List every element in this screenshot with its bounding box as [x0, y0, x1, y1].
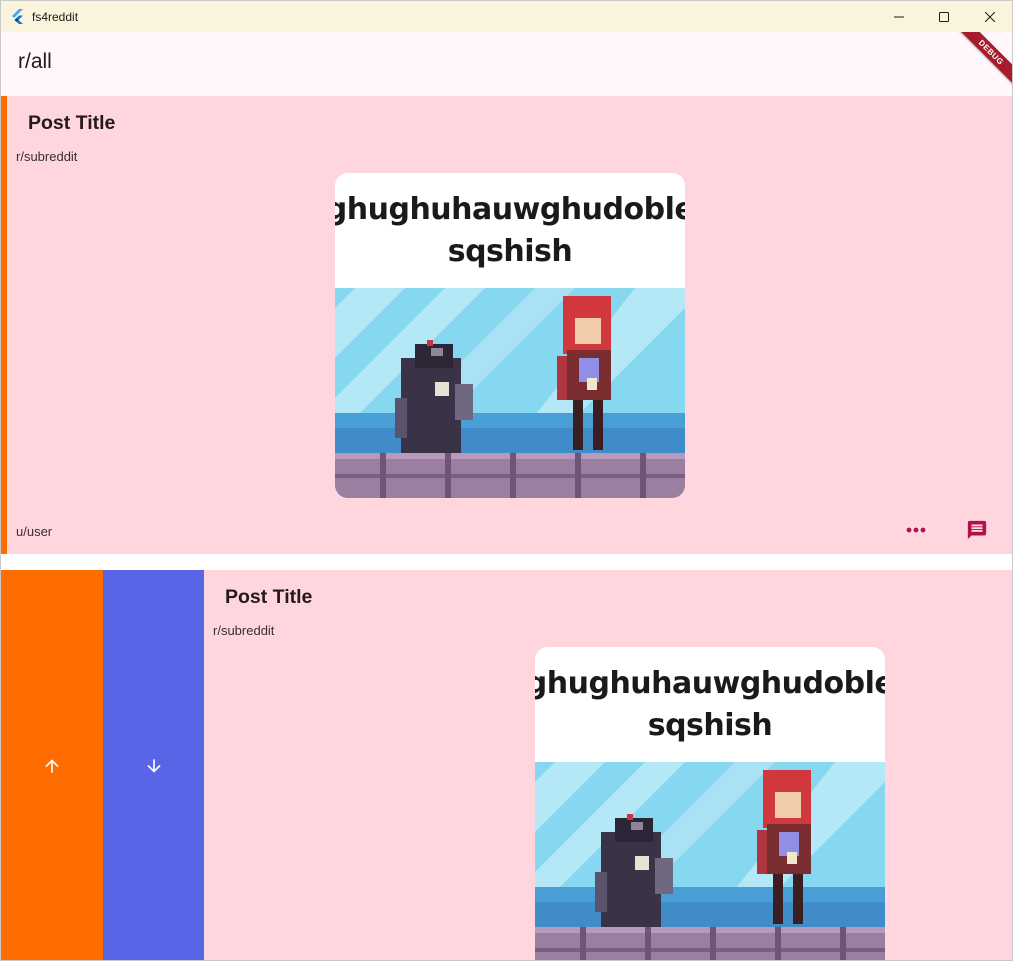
comment-icon	[967, 520, 987, 540]
post-subreddit[interactable]: r/subreddit	[16, 149, 77, 164]
close-icon	[985, 11, 995, 22]
more-horiz-icon	[906, 527, 926, 533]
post-subreddit[interactable]: r/subreddit	[213, 623, 274, 638]
post-author[interactable]: u/user	[16, 524, 52, 539]
window-title: fs4reddit	[32, 10, 79, 24]
app-window: fs4reddit r/all DEBUG Post Title r/subre…	[0, 0, 1013, 961]
debug-label: DEBUG	[952, 32, 1012, 92]
post-title[interactable]: Post Title	[28, 112, 115, 135]
app-bar: r/all	[1, 32, 1012, 96]
page-title: r/all	[18, 50, 52, 73]
post-image[interactable]: ghughuhauwghudoble sqshish	[535, 647, 885, 960]
image-caption: ghughuhauwghudoble sqshish	[535, 647, 885, 762]
image-caption-line: ghughuhauwghudoble	[535, 665, 885, 701]
post-divider	[1, 554, 1012, 570]
comments-button[interactable]	[962, 515, 992, 545]
image-caption-line: sqshish	[447, 233, 573, 269]
minimize-button[interactable]	[876, 1, 922, 32]
downvote-swipe-action[interactable]	[103, 570, 204, 960]
arrow-up-icon	[45, 759, 59, 773]
window-titlebar[interactable]: fs4reddit	[1, 1, 1012, 32]
image-caption-line: ghughuhauwghudoble	[335, 191, 685, 227]
post-card[interactable]: Post Title r/subreddit ghughuhauwghudobl…	[1, 96, 1012, 554]
image-caption-line: sqshish	[647, 707, 773, 743]
post-image[interactable]: ghughuhauwghudoble sqshish	[335, 173, 685, 498]
pixel-art-illustration	[535, 762, 885, 960]
close-button[interactable]	[967, 1, 1012, 32]
upvote-swipe-action[interactable]	[1, 570, 103, 960]
pixel-art-illustration	[335, 288, 685, 498]
post-card[interactable]: Post Title r/subreddit ghughuhauwghudobl…	[1, 570, 1012, 960]
maximize-button[interactable]	[921, 1, 967, 32]
swipe-accent-bar	[1, 96, 7, 554]
more-options-button[interactable]	[901, 515, 931, 545]
minimize-icon	[894, 16, 904, 17]
post-title[interactable]: Post Title	[225, 586, 312, 609]
maximize-icon	[939, 11, 949, 22]
arrow-down-icon	[146, 759, 161, 773]
flutter-logo-icon	[10, 8, 26, 24]
debug-banner: DEBUG	[943, 32, 1012, 102]
image-caption: ghughuhauwghudoble sqshish	[335, 173, 685, 288]
